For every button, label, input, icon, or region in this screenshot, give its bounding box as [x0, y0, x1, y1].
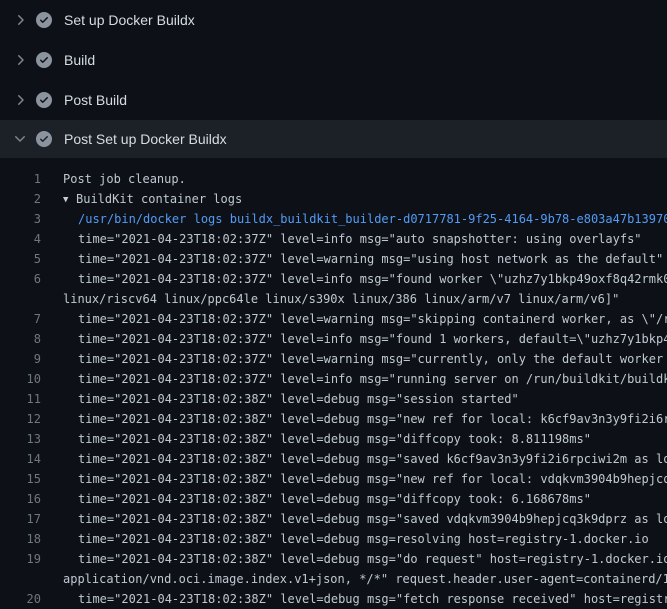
log-row: 4 time="2021-04-23T18:02:37Z" level=info…: [0, 229, 667, 249]
line-number[interactable]: 2: [0, 189, 41, 209]
chevron-right-icon[interactable]: [12, 52, 28, 68]
check-circle-icon: [36, 131, 52, 147]
log-row: 1 Post job cleanup.: [0, 169, 667, 189]
log-text: time="2021-04-23T18:02:37Z" level=info m…: [78, 229, 642, 249]
line-number[interactable]: 5: [0, 249, 41, 269]
log-row: 14 time="2021-04-23T18:02:38Z" level=deb…: [0, 449, 667, 469]
line-number[interactable]: 4: [0, 229, 41, 249]
log-row: 8 time="2021-04-23T18:02:37Z" level=info…: [0, 329, 667, 349]
line-number[interactable]: [0, 289, 41, 309]
line-number[interactable]: 17: [0, 509, 41, 529]
log-text: time="2021-04-23T18:02:38Z" level=debug …: [78, 449, 667, 469]
log-text: time="2021-04-23T18:02:38Z" level=debug …: [78, 529, 649, 549]
line-number[interactable]: 18: [0, 529, 41, 549]
log-row: 17 time="2021-04-23T18:02:38Z" level=deb…: [0, 509, 667, 529]
log-row: 16 time="2021-04-23T18:02:38Z" level=deb…: [0, 489, 667, 509]
line-number[interactable]: 6: [0, 269, 41, 289]
log-text: time="2021-04-23T18:02:38Z" level=debug …: [78, 509, 667, 529]
steps-list: Set up Docker Buildx Build Post Build Po…: [0, 0, 667, 158]
step-header-3[interactable]: Post Set up Docker Buildx: [0, 120, 667, 158]
triangle-down-icon[interactable]: ▼: [63, 190, 76, 209]
log-text: time="2021-04-23T18:02:37Z" level=info m…: [78, 269, 667, 289]
line-number[interactable]: 15: [0, 469, 41, 489]
line-number[interactable]: 12: [0, 409, 41, 429]
line-number[interactable]: 9: [0, 349, 41, 369]
log-text: time="2021-04-23T18:02:38Z" level=debug …: [78, 429, 591, 449]
step-header-2[interactable]: Post Build: [0, 80, 667, 120]
log-text: time="2021-04-23T18:02:38Z" level=debug …: [78, 589, 667, 609]
log-row: 15 time="2021-04-23T18:02:38Z" level=deb…: [0, 469, 667, 489]
log-row: 6 time="2021-04-23T18:02:37Z" level=info…: [0, 269, 667, 289]
line-number[interactable]: 8: [0, 329, 41, 349]
log-row: 19 time="2021-04-23T18:02:38Z" level=deb…: [0, 549, 667, 569]
log-text: time="2021-04-23T18:02:38Z" level=debug …: [78, 409, 667, 429]
log-row: 13 time="2021-04-23T18:02:38Z" level=deb…: [0, 429, 667, 449]
log-row: 10 time="2021-04-23T18:02:37Z" level=inf…: [0, 369, 667, 389]
log-text: time="2021-04-23T18:02:37Z" level=warnin…: [78, 349, 667, 369]
log-text: linux/riscv64 linux/ppc64le linux/s390x …: [63, 289, 619, 309]
log-area: 1 Post job cleanup. 2 ▼BuildKit containe…: [0, 158, 667, 609]
log-row: 2 ▼BuildKit container logs: [0, 189, 667, 209]
line-number[interactable]: 13: [0, 429, 41, 449]
log-row: 12 time="2021-04-23T18:02:38Z" level=deb…: [0, 409, 667, 429]
log-text: time="2021-04-23T18:02:37Z" level=warnin…: [78, 309, 667, 329]
log-row: 20 time="2021-04-23T18:02:38Z" level=deb…: [0, 589, 667, 609]
log-text: application/vnd.oci.image.index.v1+json,…: [63, 569, 667, 589]
log-text: time="2021-04-23T18:02:38Z" level=debug …: [78, 389, 519, 409]
step-label: Post Build: [64, 92, 127, 108]
command-text: /usr/bin/docker logs buildx_buildkit_bui…: [78, 209, 667, 229]
log-text: time="2021-04-23T18:02:38Z" level=debug …: [78, 469, 667, 489]
log-row: 3 /usr/bin/docker logs buildx_buildkit_b…: [0, 209, 667, 229]
step-header-1[interactable]: Build: [0, 40, 667, 80]
log-text: Post job cleanup.: [63, 169, 186, 189]
line-number[interactable]: [0, 569, 41, 589]
chevron-down-icon[interactable]: [12, 131, 28, 147]
chevron-right-icon[interactable]: [12, 12, 28, 28]
log-text: time="2021-04-23T18:02:37Z" level=warnin…: [78, 249, 663, 269]
log-text: time="2021-04-23T18:02:37Z" level=info m…: [78, 369, 667, 389]
check-circle-icon: [36, 52, 52, 68]
step-label: Set up Docker Buildx: [64, 12, 195, 28]
line-number[interactable]: 19: [0, 549, 41, 569]
log-row: 18 time="2021-04-23T18:02:38Z" level=deb…: [0, 529, 667, 549]
log-row: 9 time="2021-04-23T18:02:37Z" level=warn…: [0, 349, 667, 369]
chevron-right-icon[interactable]: [12, 92, 28, 108]
line-number[interactable]: 14: [0, 449, 41, 469]
line-number[interactable]: 11: [0, 389, 41, 409]
log-text: time="2021-04-23T18:02:37Z" level=info m…: [78, 329, 667, 349]
line-number[interactable]: 20: [0, 589, 41, 609]
log-row: 11 time="2021-04-23T18:02:38Z" level=deb…: [0, 389, 667, 409]
log-row: 7 time="2021-04-23T18:02:37Z" level=warn…: [0, 309, 667, 329]
log-text[interactable]: ▼BuildKit container logs: [63, 189, 242, 209]
line-number[interactable]: 7: [0, 309, 41, 329]
check-circle-icon: [36, 12, 52, 28]
step-label: Post Set up Docker Buildx: [64, 131, 227, 147]
log-text: time="2021-04-23T18:02:38Z" level=debug …: [78, 489, 591, 509]
log-row: linux/riscv64 linux/ppc64le linux/s390x …: [0, 289, 667, 309]
step-header-0[interactable]: Set up Docker Buildx: [0, 0, 667, 40]
step-label: Build: [64, 52, 95, 68]
line-number[interactable]: 3: [0, 209, 41, 229]
log-row: 5 time="2021-04-23T18:02:37Z" level=warn…: [0, 249, 667, 269]
log-row: application/vnd.oci.image.index.v1+json,…: [0, 569, 667, 589]
log-text: time="2021-04-23T18:02:38Z" level=debug …: [78, 549, 667, 569]
line-number[interactable]: 1: [0, 169, 41, 189]
line-number[interactable]: 16: [0, 489, 41, 509]
line-number[interactable]: 10: [0, 369, 41, 389]
check-circle-icon: [36, 92, 52, 108]
